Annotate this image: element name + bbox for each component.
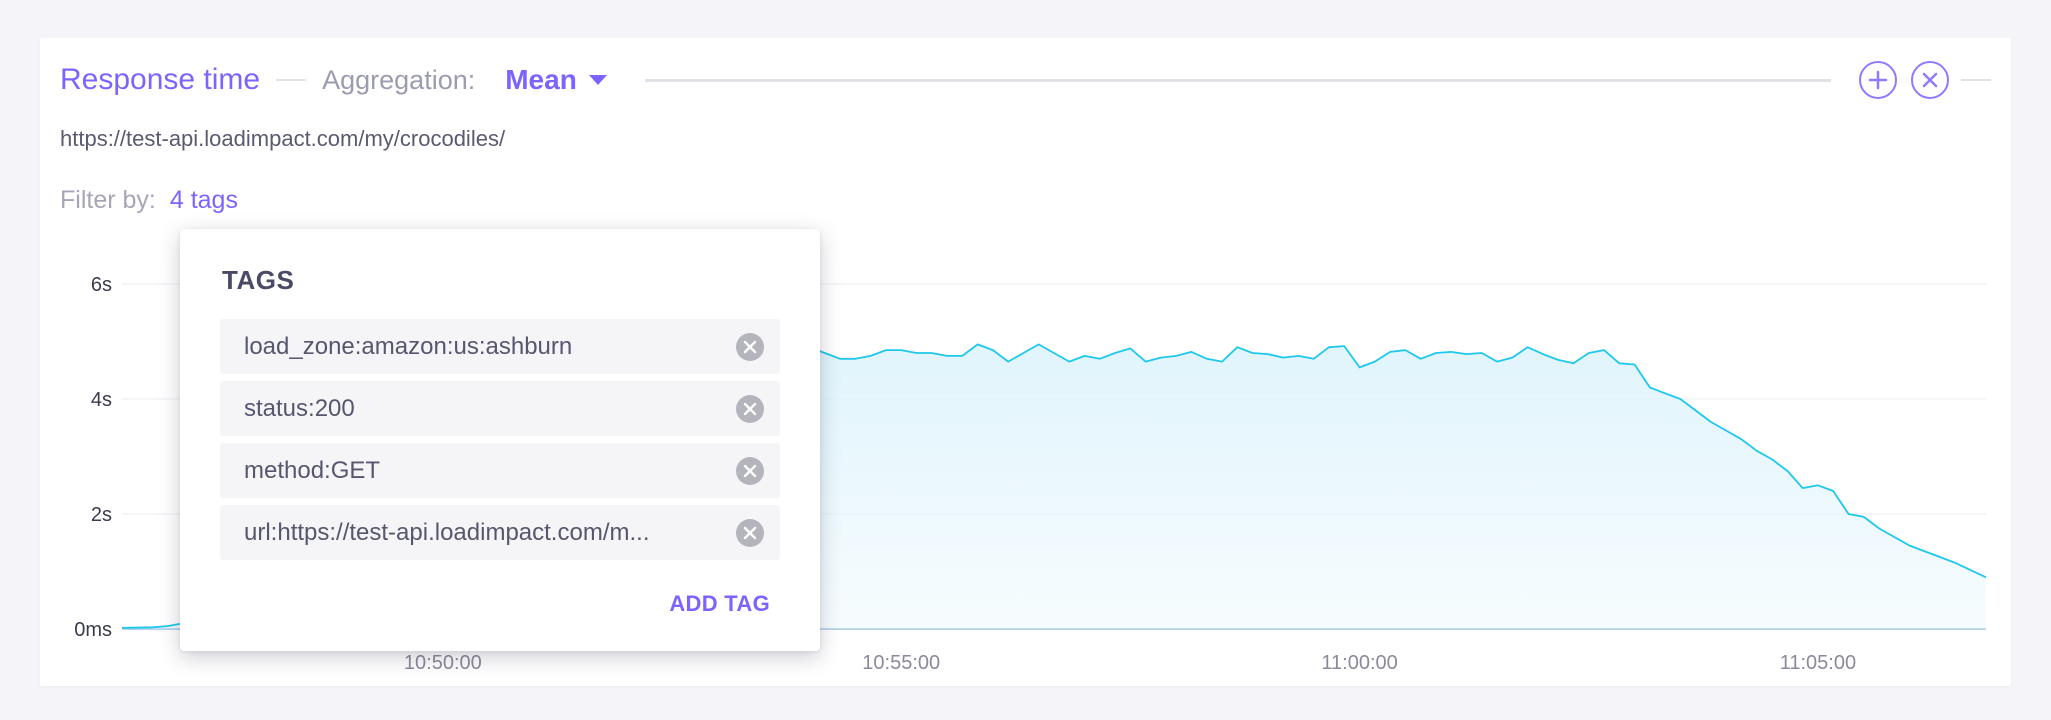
x-tick-label: 10:55:00 [862, 652, 940, 674]
caret-down-icon [588, 75, 607, 85]
close-icon [743, 340, 757, 353]
add-tag-button[interactable]: ADD TAG [669, 591, 770, 617]
filter-tags-link[interactable]: 4 tags [170, 186, 238, 215]
tags-popup-title: TAGS [222, 265, 295, 295]
remove-tag-button[interactable] [736, 394, 764, 423]
y-tick-label: 4s [91, 389, 112, 411]
filter-label: Filter by: [60, 186, 156, 214]
tag-item: status:200 [220, 381, 780, 436]
tags-popup: TAGS load_zone:amazon:us:ashburn status:… [180, 229, 820, 651]
close-icon [743, 464, 757, 477]
tag-label: url:https://test-api.loadimpact.com/m... [244, 518, 650, 546]
add-panel-button[interactable] [1859, 61, 1897, 99]
tag-label: method:GET [244, 456, 381, 484]
tag-item: method:GET [220, 443, 780, 498]
plus-circle-icon [1868, 70, 1888, 90]
tag-list: load_zone:amazon:us:ashburn status:200 m… [220, 319, 780, 567]
close-icon [743, 402, 757, 415]
aggregation-dropdown[interactable]: Mean [505, 64, 607, 96]
close-panel-button[interactable] [1911, 61, 1949, 99]
endpoint-url: https://test-api.loadimpact.com/my/croco… [60, 126, 506, 151]
y-tick-label: 2s [91, 504, 112, 526]
remove-tag-button[interactable] [736, 518, 764, 547]
aggregation-value: Mean [505, 64, 577, 95]
title-separator [276, 79, 307, 81]
panel-title: Response time [60, 63, 261, 96]
remove-tag-button[interactable] [736, 332, 764, 361]
close-icon [743, 526, 757, 539]
tag-label: status:200 [244, 394, 355, 422]
tag-label: load_zone:amazon:us:ashburn [244, 332, 573, 360]
tag-item: load_zone:amazon:us:ashburn [220, 319, 780, 374]
y-tick-label: 6s [91, 274, 112, 296]
remove-tag-button[interactable] [736, 456, 764, 485]
x-tick-label: 10:50:00 [404, 652, 482, 674]
x-tick-label: 11:00:00 [1321, 652, 1397, 674]
aggregation-label: Aggregation: [322, 64, 476, 95]
filter-row: Filter by: 4 tags [60, 186, 238, 215]
header-divider [644, 78, 1831, 82]
x-tick-label: 11:05:00 [1780, 652, 1856, 674]
close-circle-icon [1922, 72, 1938, 88]
panel-header: Response time Aggregation: Mean [60, 58, 1991, 102]
header-tail-divider [1961, 79, 1991, 81]
y-tick-label: 0ms [74, 619, 112, 641]
tag-item: url:https://test-api.loadimpact.com/m... [220, 505, 780, 560]
